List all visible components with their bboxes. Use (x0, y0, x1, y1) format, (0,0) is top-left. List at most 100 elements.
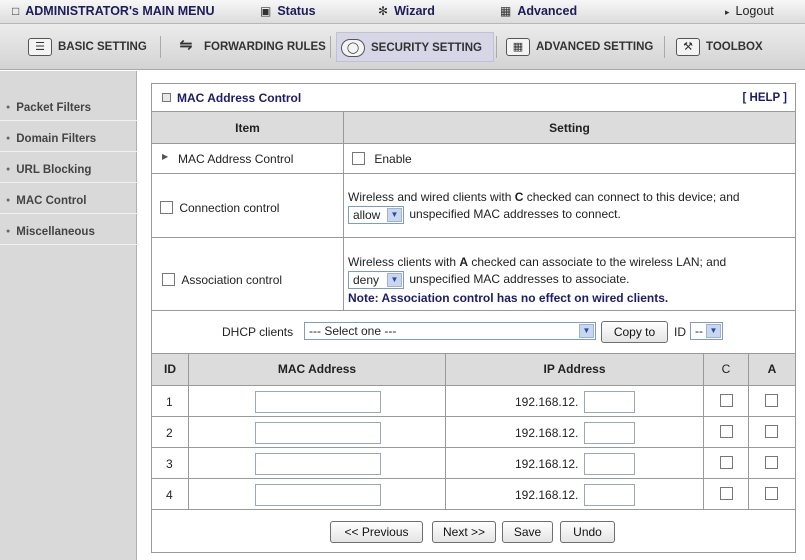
status-icon: ▣ (260, 4, 272, 18)
ip-suffix-input[interactable] (584, 484, 635, 506)
mac-control-panel: MAC Address Control [ HELP ] Item Settin… (151, 83, 796, 553)
table-row: 1 (152, 386, 189, 417)
row-association-label-cell: Association control (152, 238, 344, 311)
nav-divider (496, 36, 497, 58)
a-cell (749, 479, 795, 510)
nav-security-setting[interactable]: ◯ SECURITY SETTING (336, 32, 494, 62)
id-select[interactable]: -- ▼ (690, 322, 723, 340)
nav-basic-setting[interactable]: ☰ BASIC SETTING (24, 32, 147, 62)
mac-cell (189, 417, 446, 448)
nav-divider (160, 36, 161, 58)
nav-toolbox[interactable]: ⚒ TOOLBOX (672, 32, 763, 62)
ip-cell: 192.168.12. (446, 417, 704, 448)
association-control-label: Association control (181, 273, 283, 287)
c-cell (704, 479, 749, 510)
connection-description: Wireless and wired clients with C checke… (348, 190, 740, 204)
c-cell (704, 417, 749, 448)
save-button[interactable]: Save (502, 521, 553, 543)
menu-square-icon: □ (12, 4, 20, 18)
mac-address-input[interactable] (255, 484, 381, 506)
enable-label: Enable (374, 152, 412, 166)
mac-cell (189, 386, 446, 417)
row-mac-control-label-cell: ▶ MAC Address Control (152, 144, 344, 174)
a-checkbox[interactable] (765, 487, 778, 500)
sidebar-item-mac-control[interactable]: ● MAC Control (0, 188, 137, 214)
row-connection-setting-cell: Wireless and wired clients with C checke… (344, 174, 795, 238)
enable-checkbox-group: Enable (352, 152, 412, 166)
a-checkbox[interactable] (765, 394, 778, 407)
ip-suffix-input[interactable] (584, 422, 635, 444)
advanced-link[interactable]: ▦ Advanced (500, 4, 577, 18)
undo-button[interactable]: Undo (560, 521, 615, 543)
sidebar-item-miscellaneous[interactable]: ● Miscellaneous (0, 219, 137, 245)
help-link[interactable]: [ HELP ] (742, 92, 787, 104)
ip-suffix-input[interactable] (584, 391, 635, 413)
status-link[interactable]: ▣ Status (260, 4, 316, 18)
chevron-down-icon: ▼ (387, 208, 402, 222)
a-checkbox[interactable] (765, 456, 778, 469)
previous-button[interactable]: << Previous (330, 521, 423, 543)
c-checkbox[interactable] (720, 456, 733, 469)
header-item: Item (152, 111, 344, 144)
dhcp-clients-select[interactable]: --- Select one --- ▼ (304, 322, 596, 340)
connection-control-group: Connection control (160, 201, 279, 215)
nav-forwarding-rules[interactable]: ⇋ FORWARDING RULES (170, 32, 326, 62)
forwarding-icon: ⇋ (179, 36, 193, 54)
top-menu-bar: □ ADMINISTRATOR's MAIN MENU ▣ Status ✻ Wiza… (0, 0, 805, 24)
logout-link[interactable]: ▸ Logout (725, 4, 774, 18)
bullet-icon: ● (6, 166, 11, 173)
mac-address-input[interactable] (255, 422, 381, 444)
wizard-link[interactable]: ✻ Wizard (378, 4, 435, 18)
ip-prefix: 192.168.12. (515, 426, 579, 440)
table-row: 4 (152, 479, 189, 510)
ip-prefix: 192.168.12. (515, 457, 579, 471)
connection-select-group: allow ▼ unspecified MAC addresses to conn… (348, 206, 621, 224)
connection-description-2: unspecified MAC addresses to connect. (409, 207, 621, 222)
nav-advanced-setting[interactable]: ▦ ADVANCED SETTING (502, 32, 653, 62)
bullet-icon: ● (6, 197, 11, 204)
table-row: 2 (152, 417, 189, 448)
ip-cell: 192.168.12. (446, 479, 704, 510)
col-header-c: C (704, 354, 749, 386)
row-association-setting-cell: Wireless clients with A checked can asso… (344, 238, 795, 311)
sidebar-item-domain-filters[interactable]: ● Domain Filters (0, 126, 137, 152)
sidebar-item-url-blocking[interactable]: ● URL Blocking (0, 157, 137, 183)
dhcp-select-wrap: --- Select one --- ▼ (304, 322, 596, 340)
title-square-icon (162, 93, 171, 102)
mac-address-input[interactable] (255, 453, 381, 475)
bullet-icon: ● (6, 135, 11, 142)
book-icon: ☰ (28, 37, 52, 56)
c-checkbox[interactable] (720, 487, 733, 500)
association-control-checkbox[interactable] (162, 273, 175, 286)
ip-suffix-input[interactable] (584, 453, 635, 475)
connection-control-checkbox[interactable] (160, 201, 173, 214)
row-id: 4 (166, 488, 173, 502)
c-checkbox[interactable] (720, 425, 733, 438)
a-cell (749, 417, 795, 448)
admin-main-menu-link[interactable]: □ ADMINISTRATOR's MAIN MENU (12, 4, 215, 18)
association-policy-select[interactable]: deny ▼ (348, 271, 404, 289)
c-cell (704, 386, 749, 417)
enable-checkbox[interactable] (352, 152, 365, 165)
id-label: ID (674, 325, 686, 339)
ip-prefix: 192.168.12. (515, 395, 579, 409)
main-nav-bar: ☰ BASIC SETTING ⇋ FORWARDING RULES ◯ SECURI… (0, 24, 805, 70)
a-checkbox[interactable] (765, 425, 778, 438)
connection-policy-select[interactable]: allow ▼ (348, 206, 404, 224)
col-header-a: A (749, 354, 795, 386)
mac-address-input[interactable] (255, 391, 381, 413)
mac-control-label: MAC Address Control (178, 152, 294, 166)
chevron-down-icon: ▼ (706, 324, 721, 338)
mac-cell (189, 479, 446, 510)
c-checkbox[interactable] (720, 394, 733, 407)
dhcp-clients-row: DHCP clients --- Select one --- ▼ Copy to… (152, 311, 795, 354)
nav-divider (664, 36, 665, 58)
ip-cell: 192.168.12. (446, 448, 704, 479)
copy-to-button[interactable]: Copy to (601, 321, 668, 343)
association-description-2: unspecified MAC addresses to associate. (409, 272, 630, 287)
sidebar-item-packet-filters[interactable]: ● Packet Filters (0, 95, 137, 121)
bullet-icon: ● (6, 104, 11, 111)
ip-cell: 192.168.12. (446, 386, 704, 417)
next-button[interactable]: Next >> (432, 521, 496, 543)
row-mac-control-setting-cell: Enable (344, 144, 795, 174)
